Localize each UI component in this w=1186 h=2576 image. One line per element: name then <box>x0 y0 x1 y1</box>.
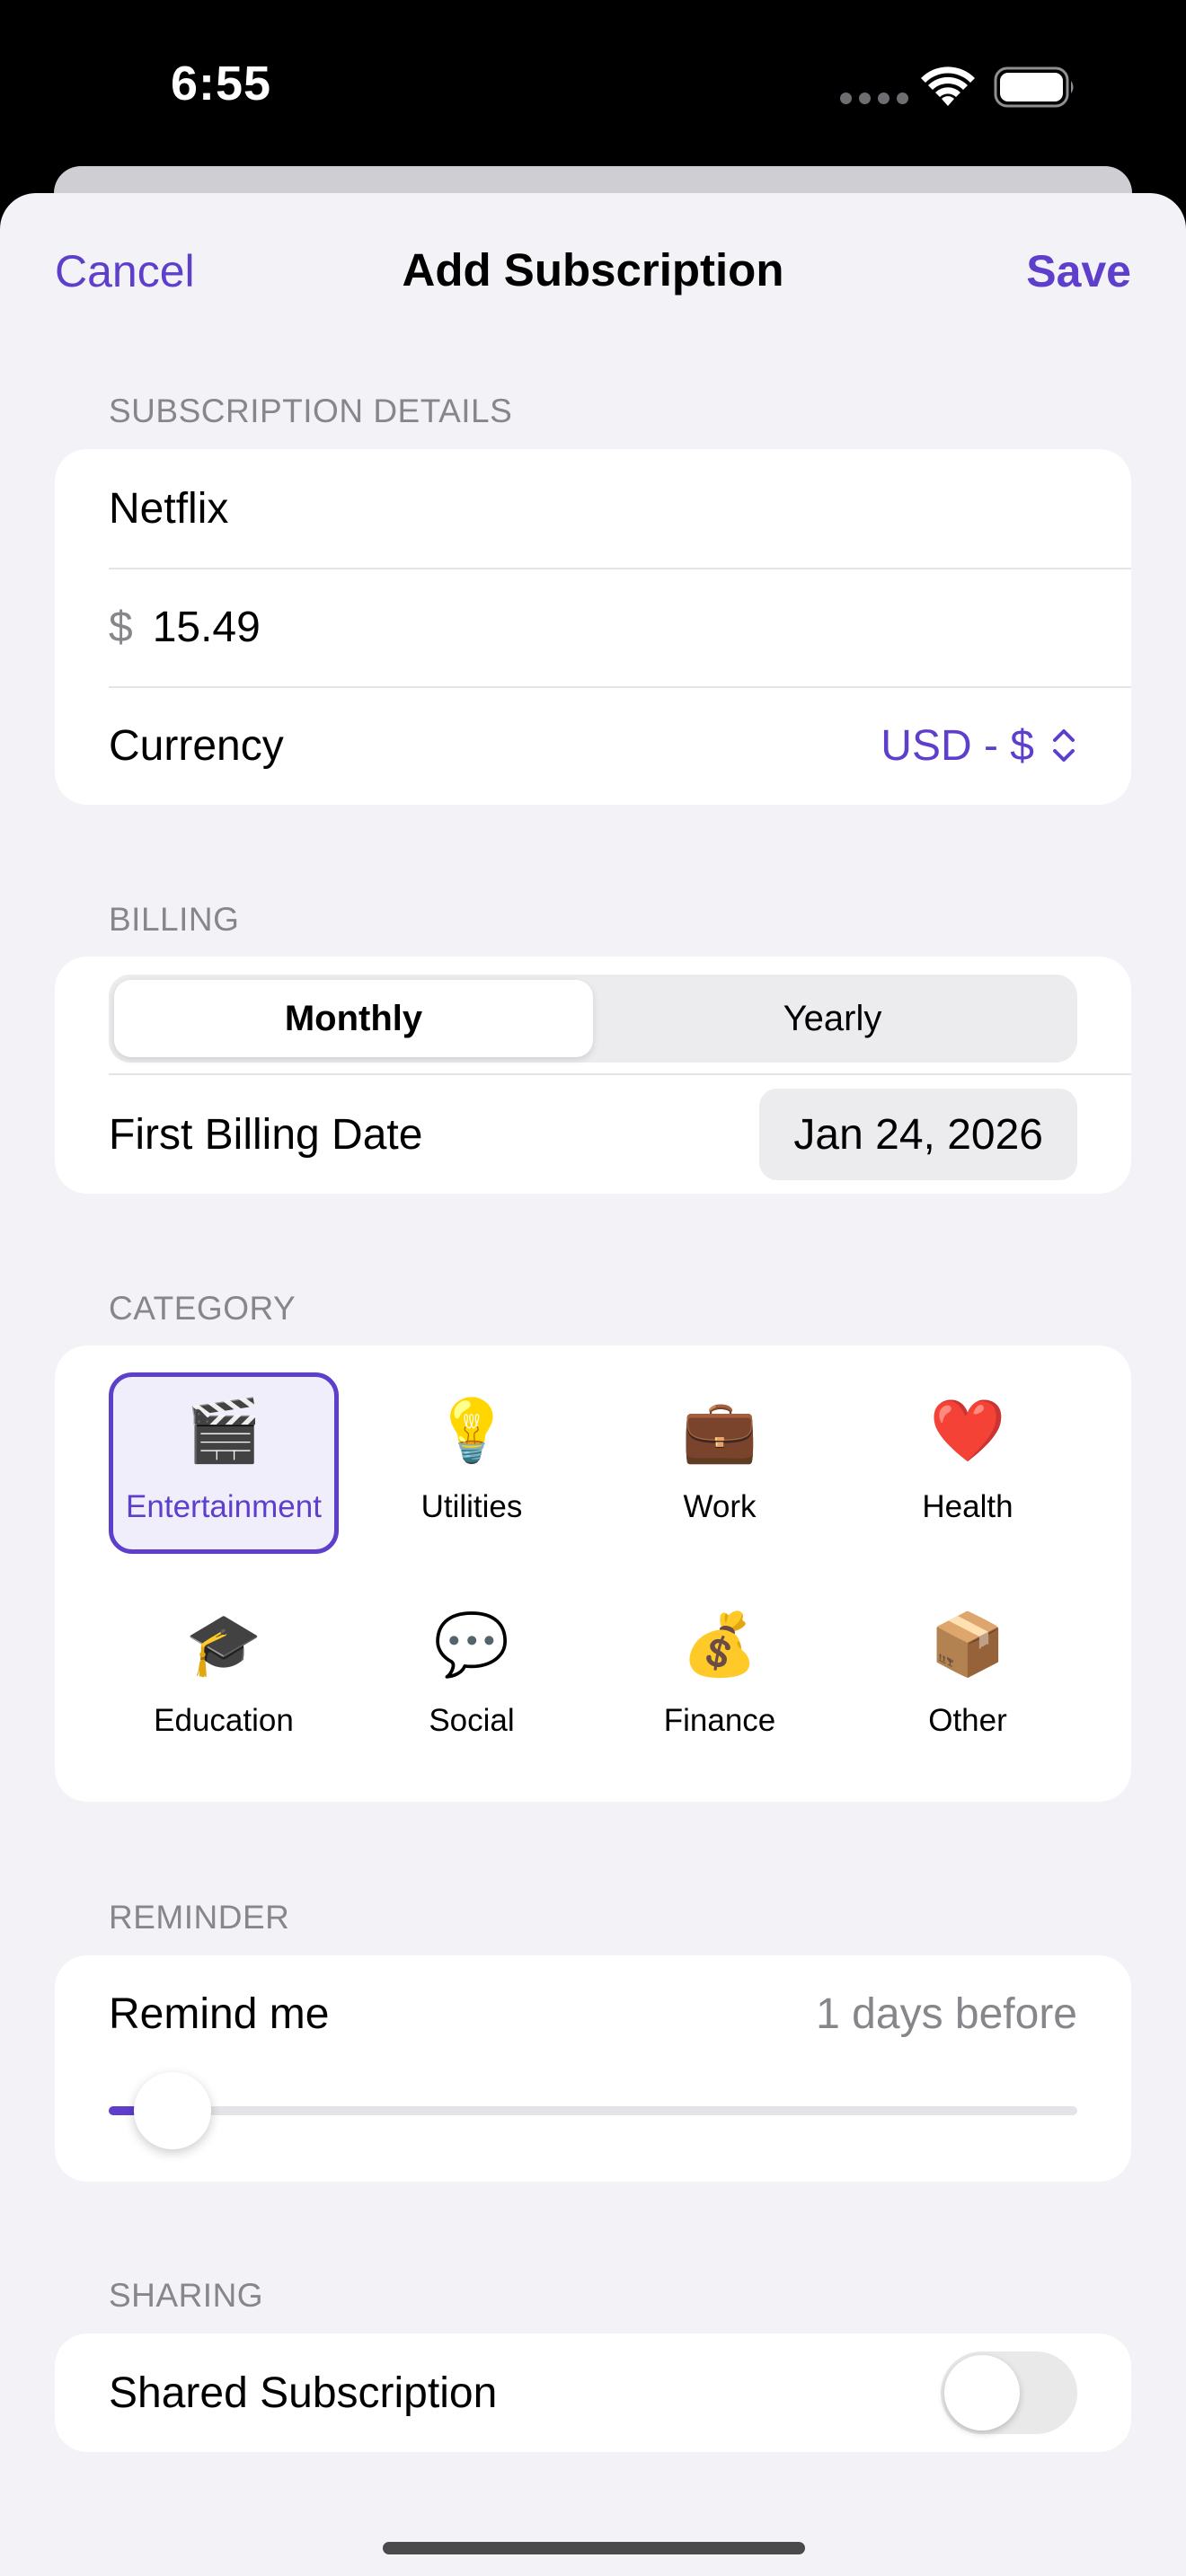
category-entertainment[interactable]: 🎬 Entertainment <box>109 1372 339 1554</box>
billing-cycle-segmented-control[interactable]: Monthly Yearly <box>109 975 1077 1063</box>
wifi-icon <box>921 66 975 106</box>
category-label: Utilities <box>420 1489 523 1524</box>
category-health[interactable]: ❤️ Health <box>853 1372 1083 1554</box>
reminder-value: 1 days before <box>816 1990 1077 2038</box>
category-label: Finance <box>663 1703 776 1738</box>
package-icon: 📦 <box>929 1610 1006 1681</box>
reminder-label: Remind me <box>109 1990 330 2038</box>
category-social[interactable]: 💬 Social <box>357 1586 587 1768</box>
category-card: 🎬 Entertainment 💡 Utilities 💼 Work ❤️ He… <box>55 1345 1131 1802</box>
category-finance[interactable]: 💰 Finance <box>605 1586 835 1768</box>
save-button[interactable]: Save <box>1026 245 1131 297</box>
category-education[interactable]: 🎓 Education <box>109 1586 339 1768</box>
battery-icon <box>994 66 1074 108</box>
currency-label: Currency <box>109 721 284 770</box>
section-header-category: CATEGORY <box>109 1290 296 1327</box>
reminder-row: Remind me 1 days before <box>109 1989 1077 2039</box>
currency-picker[interactable]: USD - $ <box>881 721 1077 771</box>
add-subscription-sheet: Cancel Add Subscription Save SUBSCRIPTIO… <box>0 193 1186 2576</box>
first-billing-date-label: First Billing Date <box>109 1110 423 1159</box>
cellular-signal-icon <box>840 93 908 104</box>
first-billing-date-row: First Billing Date Jan 24, 2026 <box>55 1075 1131 1194</box>
heart-icon: ❤️ <box>929 1396 1006 1467</box>
category-work[interactable]: 💼 Work <box>605 1372 835 1554</box>
category-label: Social <box>429 1703 515 1738</box>
shared-subscription-label: Shared Subscription <box>109 2369 498 2417</box>
speech-bubble-icon: 💬 <box>433 1610 510 1681</box>
sharing-card: Shared Subscription <box>55 2333 1131 2452</box>
category-other[interactable]: 📦 Other <box>853 1586 1083 1768</box>
segment-monthly[interactable]: Monthly <box>114 980 593 1057</box>
details-card: Netflix $ 15.49 Currency USD - $ <box>55 449 1131 805</box>
currency-picker-value: USD - $ <box>881 721 1034 770</box>
category-label: Work <box>683 1489 757 1524</box>
home-indicator <box>383 2542 805 2554</box>
shared-subscription-toggle[interactable] <box>941 2351 1077 2434</box>
category-label: Other <box>928 1703 1007 1738</box>
money-bag-icon: 💰 <box>681 1610 758 1681</box>
category-label: Entertainment <box>126 1489 322 1524</box>
price-currency-symbol: $ <box>109 603 133 651</box>
name-field-value[interactable]: Netflix <box>109 484 228 534</box>
category-grid: 🎬 Entertainment 💡 Utilities 💼 Work ❤️ He… <box>109 1372 1102 1768</box>
reminder-card: Remind me 1 days before <box>55 1955 1131 2182</box>
page-title: Add Subscription <box>402 244 784 296</box>
section-header-details: SUBSCRIPTION DETAILS <box>109 393 513 429</box>
category-label: Education <box>154 1703 294 1738</box>
slider-thumb[interactable] <box>134 2072 212 2149</box>
section-header-billing: BILLING <box>109 901 240 938</box>
graduation-cap-icon: 🎓 <box>185 1610 262 1681</box>
clapper-board-icon: 🎬 <box>185 1396 262 1467</box>
price-field-value[interactable]: 15.49 <box>153 603 261 652</box>
light-bulb-icon: 💡 <box>433 1396 510 1467</box>
billing-card: Monthly Yearly First Billing Date Jan 24… <box>55 957 1131 1194</box>
chevron-updown-icon <box>1053 729 1075 762</box>
price-field[interactable]: $ 15.49 <box>55 568 1131 686</box>
name-field[interactable]: Netflix <box>55 449 1131 568</box>
toggle-knob <box>944 2355 1020 2430</box>
shared-subscription-row: Shared Subscription <box>55 2333 1131 2452</box>
section-header-sharing: SHARING <box>109 2277 264 2314</box>
status-bar: 6:55 <box>0 0 1186 171</box>
category-label: Health <box>922 1489 1013 1524</box>
category-utilities[interactable]: 💡 Utilities <box>357 1372 587 1554</box>
reminder-slider[interactable] <box>109 2072 1077 2149</box>
segment-yearly[interactable]: Yearly <box>593 980 1072 1057</box>
section-header-reminder: REMINDER <box>109 1899 290 1936</box>
status-time: 6:55 <box>171 57 272 110</box>
briefcase-icon: 💼 <box>681 1396 758 1467</box>
currency-row[interactable]: Currency USD - $ <box>55 686 1131 805</box>
first-billing-date-picker[interactable]: Jan 24, 2026 <box>759 1089 1077 1180</box>
